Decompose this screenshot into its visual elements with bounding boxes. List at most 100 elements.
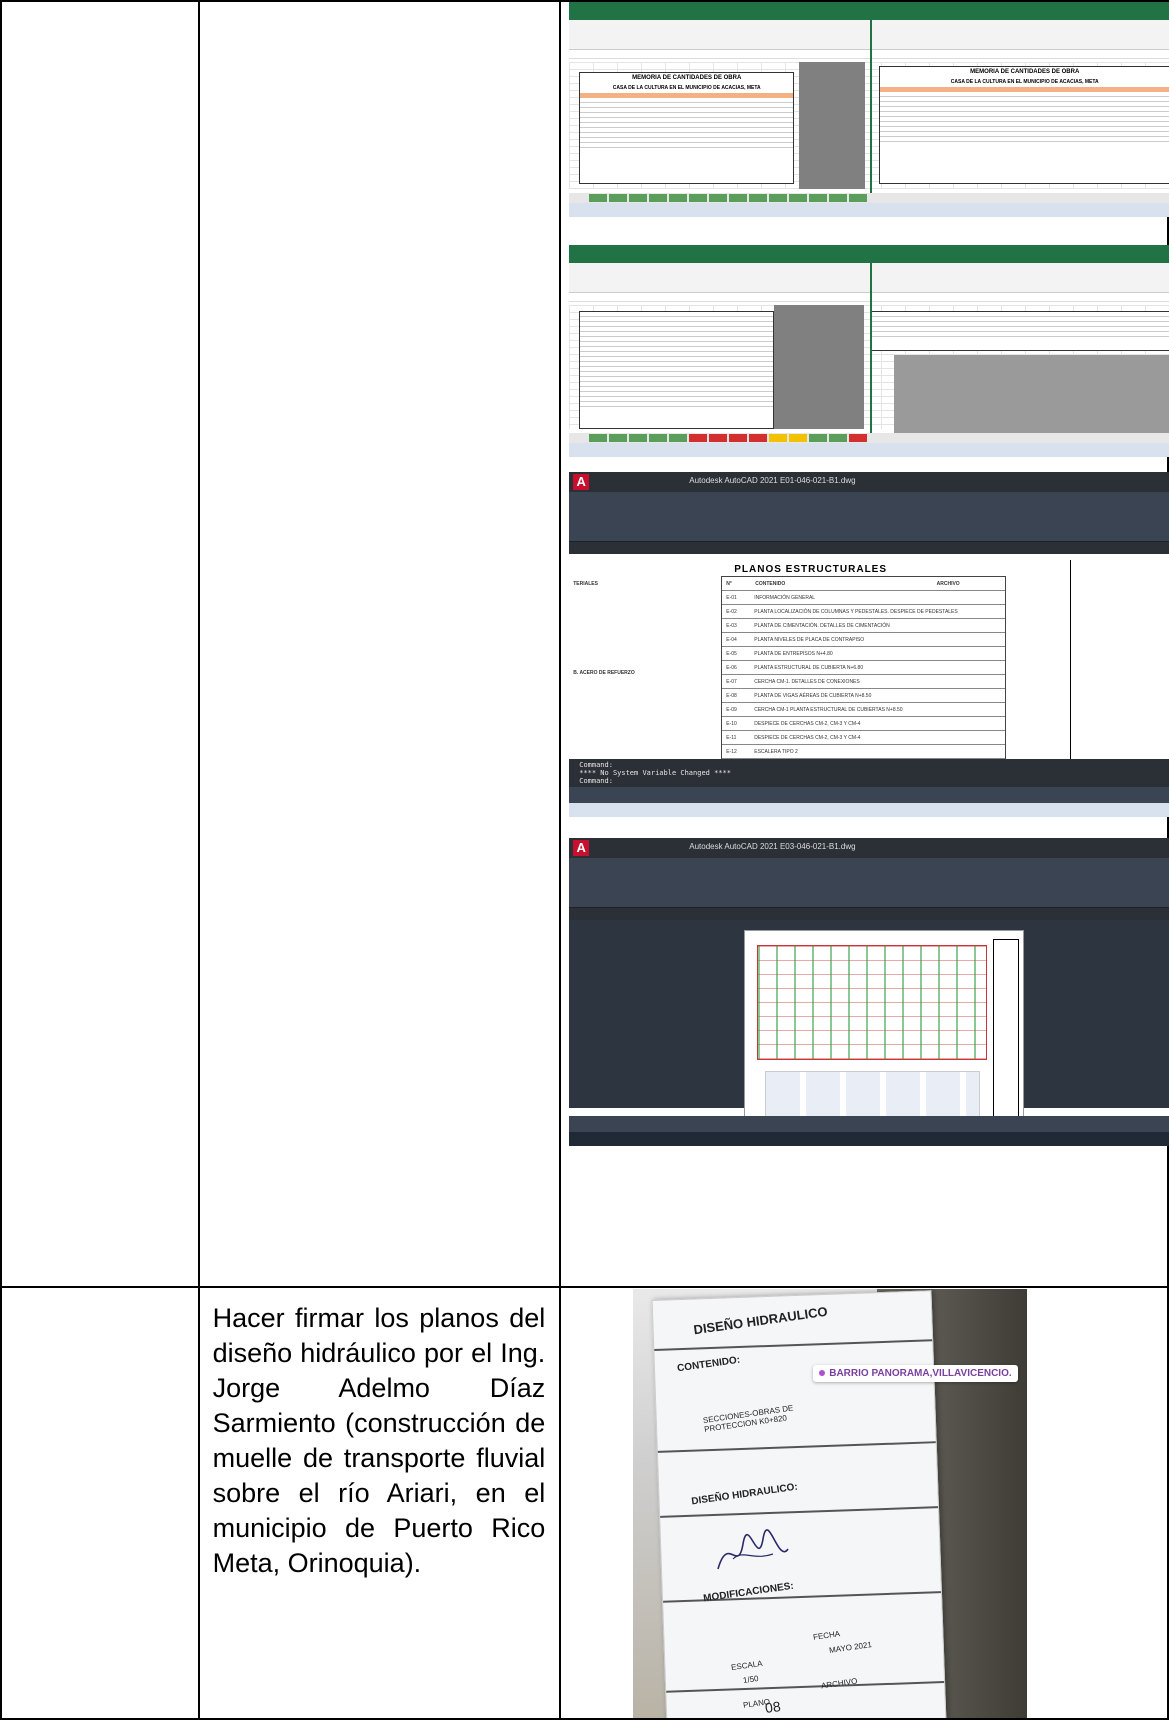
planos-row-contenido: ESCALERA TIPO 2 [754, 749, 798, 755]
planos-row-no: E-09 [726, 707, 737, 713]
windows-taskbar [569, 203, 1169, 217]
command-line-1: Command: [579, 761, 613, 769]
planos-row: E-01 INFORMACIÓN GENERAL [722, 591, 1006, 605]
memoria-title-right: MEMORIA DE CANTIDADES DE OBRA [970, 69, 1080, 75]
autocad-drawing-area[interactable] [569, 920, 1169, 1146]
planos-sheet: TERIALES B. ACERO DE REFUERZO PLANOS EST… [569, 560, 1169, 773]
autocad-logo-icon: A [573, 474, 590, 490]
col-archivo: ARCHIVO [936, 581, 960, 587]
planos-row: E-12 ESCALERA TIPO 2 [722, 745, 1006, 759]
apu-sheet [579, 311, 775, 429]
planos-row: E-03 PLANTA DE CIMENTACIÓN. DETALLES DE C… [722, 619, 1006, 633]
report-table: MEMORIA DE CANTIDADES DE OBRA CASA DE LA… [0, 0, 1169, 1720]
excel-screenshot-memoria: MEMORIA DE CANTIDADES DE OBRA CASA DE LA… [569, 2, 1169, 217]
planos-row: E-07 CERCHA CM-1. DETALLES DE CONEXIONES [722, 675, 1006, 689]
layout-sheet [744, 930, 1025, 1146]
planos-row-no: E-10 [726, 721, 737, 727]
planos-row-contenido: PLANTA DE CIMENTACIÓN. DETALLES DE CIMEN… [754, 623, 890, 629]
autocad-command-line[interactable]: Command: **** No System Variable Changed… [569, 759, 1169, 787]
command-line-2: **** No System Variable Changed **** [579, 769, 731, 777]
notes-sub: B. ACERO DE REFUERZO [573, 670, 635, 676]
autocad-logo-icon: A [573, 840, 590, 856]
memoria-sheet-right: MEMORIA DE CANTIDADES DE OBRA CASA DE LA… [879, 66, 1169, 184]
planos-row-contenido: PLANTA DE VIGAS AÉREAS DE CUBIERTA N+8.5… [754, 693, 872, 699]
empty-cell [0, 1286, 200, 1720]
planos-row: E-10 DESPIECE DE CERCHAS CM-2, CM-3 Y CM-… [722, 717, 1006, 731]
planos-left-notes: TERIALES B. ACERO DE REFUERZO [573, 580, 713, 678]
autocad-window-title: Autodesk AutoCAD 2021 E01-046-021-B1.dwg [689, 476, 856, 485]
planos-row-no: E-04 [726, 637, 737, 643]
title-block [1070, 560, 1169, 759]
windows-taskbar [569, 443, 1169, 457]
planos-row-no: E-01 [726, 595, 737, 601]
memoria-sheet-left: MEMORIA DE CANTIDADES DE OBRA CASA DE LA… [579, 72, 795, 184]
planos-row-contenido: INFORMACIÓN GENERAL [754, 595, 816, 601]
planos-row-no: E-11 [726, 735, 737, 741]
autocad-ribbon [569, 858, 1169, 908]
planos-row-no: E-08 [726, 693, 737, 699]
planos-table: N° CONTENIDO ARCHIVO E-01 INFORMACIÓN GEN… [721, 576, 1007, 773]
planos-row-contenido: DESPIECE DE CERCHAS CM-2, CM-3 Y CM-4 [754, 735, 861, 741]
title-block [993, 939, 1020, 1146]
planos-row-no: E-07 [726, 679, 737, 685]
excel-empty-area-right [894, 355, 1169, 433]
autocad-screenshot-planos: Autodesk AutoCAD 2021 E01-046-021-B1.dwg… [569, 472, 1169, 817]
planos-row-contenido: CERCHA CM-1. DETALLES DE CONEXIONES [754, 679, 860, 685]
photo-plano: 08 [764, 1697, 782, 1717]
planos-row-contenido: PLANTA DE ENTREPISOS N+4.80 [754, 651, 833, 657]
planos-row: E-11 DESPIECE DE CERCHAS CM-2, CM-3 Y CM-… [722, 731, 1006, 745]
planos-row: E-02 PLANTA LOCALIZACIÓN DE COLUMNAS Y PE… [722, 605, 1006, 619]
autocad-status-bar [569, 787, 1169, 803]
command-line-3: Command: [579, 777, 613, 785]
activity-description: Hacer firmar los planos del diseño hidrá… [212, 1303, 546, 1578]
windows-taskbar [569, 803, 1169, 817]
autocad-ribbon [569, 492, 1169, 542]
photo-cell: DISEÑO HIDRAULICO CONTENIDO: SECCIONES-O… [559, 1286, 1169, 1720]
planos-row-no: E-06 [726, 665, 737, 671]
planos-row-no: E-03 [726, 623, 737, 629]
location-tag: BARRIO PANORAMA,VILLAVICENCIO. [813, 1365, 1018, 1382]
screen-divider [869, 245, 872, 457]
apu-header-right [871, 311, 1169, 351]
autocad-status-bar [569, 1116, 1169, 1132]
col-no: N° [726, 581, 732, 587]
memoria-project: CASA DE LA CULTURA EN EL MUNICIPIO DE AC… [612, 85, 761, 91]
autocad-title-bar: Autodesk AutoCAD 2021 E01-046-021-B1.dwg [569, 472, 1169, 492]
planos-row: E-04 PLANTA NIVELES DE PLACA DE CONTRAPIS… [722, 633, 1006, 647]
planos-row-contenido: CERCHA CM-1 PLANTA ESTRUCTURAL DE CUBIER… [754, 707, 903, 713]
screenshots-cell: MEMORIA DE CANTIDADES DE OBRA CASA DE LA… [559, 0, 1169, 1288]
autocad-file-tabs [569, 908, 1169, 920]
planos-row-contenido: PLANTA LOCALIZACIÓN DE COLUMNAS Y PEDEST… [754, 609, 958, 615]
signature [717, 1529, 789, 1570]
autocad-title-bar: Autodesk AutoCAD 2021 E03-046-021-B1.dwg [569, 838, 1169, 858]
planos-row-contenido: DESPIECE DE CERCHAS CM-2, CM-3 Y CM-4 [754, 721, 861, 727]
memoria-project-right: CASA DE LA CULTURA EN EL MUNICIPIO DE AC… [950, 79, 1099, 85]
planos-row-no: E-05 [726, 651, 737, 657]
planos-row: E-05 PLANTA DE ENTREPISOS N+4.80 [722, 647, 1006, 661]
planos-row: E-09 CERCHA CM-1 PLANTA ESTRUCTURAL DE CU… [722, 703, 1006, 717]
memoria-title: MEMORIA DE CANTIDADES DE OBRA [632, 75, 742, 81]
planos-row: E-08 PLANTA DE VIGAS AÉREAS DE CUBIERTA N… [722, 689, 1006, 703]
planos-row-no: E-12 [726, 749, 737, 755]
excel-empty-area [774, 305, 865, 429]
empty-cell [0, 0, 200, 1288]
excel-screenshot-apu [569, 245, 1169, 457]
screen-divider [869, 2, 872, 217]
empty-cell [197, 0, 562, 1288]
excel-sheet-tabs [569, 433, 1169, 443]
planos-row-contenido: PLANTA NIVELES DE PLACA DE CONTRAPISO [754, 637, 865, 643]
location-pin-icon [819, 1370, 826, 1377]
notes-heading: TERIALES [573, 581, 598, 587]
signed-plan-photo: DISEÑO HIDRAULICO CONTENIDO: SECCIONES-O… [633, 1289, 1028, 1718]
planos-row: E-06 PLANTA ESTRUCTURAL DE CUBIERTA N+6.8… [722, 661, 1006, 675]
col-contenido: CONTENIDO [755, 581, 786, 587]
autocad-file-tabs [569, 542, 1169, 554]
autocad-screenshot-layout: Autodesk AutoCAD 2021 E03-046-021-B1.dwg… [569, 838, 1169, 1146]
planos-row-no: E-02 [726, 609, 737, 615]
planos-row-contenido: PLANTA ESTRUCTURAL DE CUBIERTA N+6.80 [754, 665, 864, 671]
autocad-window-title: Autodesk AutoCAD 2021 E03-046-021-B1.dwg [689, 842, 856, 851]
excel-empty-area [799, 62, 866, 189]
excel-sheet-tabs [569, 193, 1169, 203]
windows-taskbar [569, 1132, 1169, 1146]
location-text: BARRIO PANORAMA,VILLAVICENCIO. [829, 1368, 1012, 1379]
